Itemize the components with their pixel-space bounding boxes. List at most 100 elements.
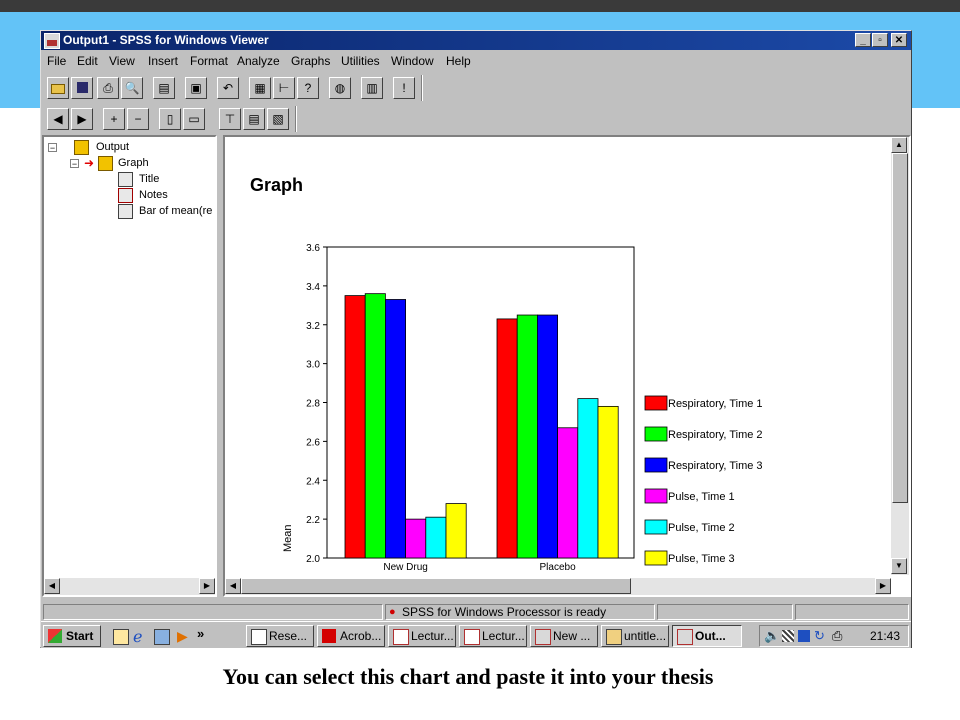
spss-app-icon[interactable] — [44, 33, 60, 49]
content-horizontal-scrollbar[interactable]: ◀ ▶ — [225, 578, 891, 595]
start-button[interactable]: Start — [43, 625, 101, 647]
menu-file[interactable]: File — [47, 54, 66, 68]
find-icon[interactable]: ◍ — [329, 77, 351, 99]
channels-icon[interactable] — [154, 629, 170, 645]
desktop-icon[interactable] — [113, 629, 129, 645]
menu-graphs[interactable]: Graphs — [291, 54, 330, 68]
scroll-down-icon[interactable]: ▼ — [891, 558, 907, 574]
bar — [577, 398, 599, 559]
collapse-icon[interactable]: − — [127, 108, 149, 130]
demote-icon[interactable]: ▶ — [71, 108, 93, 130]
content-vertical-scrollbar[interactable]: ▲ ▼ — [891, 137, 909, 575]
minimize-icon[interactable]: _ — [855, 33, 871, 47]
outline-horizontal-scrollbar[interactable]: ◀ ▶ — [44, 578, 215, 595]
scroll-thumb[interactable] — [241, 578, 631, 594]
print-preview-icon[interactable]: 🔍 — [121, 77, 143, 99]
taskbar-task[interactable]: Rese... — [246, 625, 314, 647]
printer-icon[interactable]: ⎙ — [832, 628, 842, 644]
select-cases-icon[interactable]: ▥ — [361, 77, 383, 99]
bar — [405, 518, 427, 559]
bar — [516, 314, 538, 559]
taskbar-task[interactable]: Lectur... — [459, 625, 527, 647]
toolbar-separator — [295, 106, 297, 132]
taskbar-task[interactable]: Lectur... — [388, 625, 456, 647]
dialog-recall-icon[interactable]: ▣ — [185, 77, 207, 99]
legend-swatch — [644, 550, 668, 566]
scroll-up-icon[interactable]: ▲ — [891, 137, 907, 153]
bar — [597, 405, 619, 559]
volume-icon[interactable]: 🔈 — [764, 628, 780, 644]
x-tick-label: Placebo — [540, 562, 577, 573]
undo-icon[interactable]: ↶ — [217, 77, 239, 99]
menu-view[interactable]: View — [109, 54, 135, 68]
scroll-left-icon[interactable]: ◀ — [225, 578, 241, 594]
hide-icon[interactable]: ▭ — [183, 108, 205, 130]
export-icon[interactable]: ▤ — [153, 77, 175, 99]
variables-icon[interactable]: ? — [297, 77, 319, 99]
y-tick-label: 2.2 — [306, 515, 320, 526]
slide-top-bar — [0, 0, 960, 12]
scroll-thumb[interactable] — [892, 153, 908, 503]
collapse-graph-icon[interactable]: − — [70, 159, 79, 169]
menu-analyze[interactable]: Analyze — [237, 54, 280, 68]
menu-window[interactable]: Window — [391, 54, 434, 68]
scroll-right-icon[interactable]: ▶ — [875, 578, 891, 594]
task-label: Lectur... — [482, 629, 525, 643]
task-label: untitle... — [624, 629, 667, 643]
clock[interactable]: 21:43 — [870, 629, 900, 643]
goto-data-icon[interactable]: ▦ — [249, 77, 271, 99]
y-tick-label: 3.2 — [306, 321, 320, 332]
y-tick-label: 3.4 — [306, 282, 320, 293]
mean-bar-chart[interactable]: 2.0 2.2 2.4 2.6 2.8 3.0 3.2 3.4 3.6 Mean New Drug P… — [265, 237, 825, 597]
save-icon[interactable] — [71, 77, 93, 99]
scroll-right-icon[interactable]: ▶ — [199, 578, 215, 594]
scroll-left-icon[interactable]: ◀ — [44, 578, 60, 594]
print-icon[interactable]: ⎙ — [97, 77, 119, 99]
start-label: Start — [66, 629, 94, 643]
menu-help[interactable]: Help — [446, 54, 471, 68]
tree-item-graph[interactable]: Graph — [118, 157, 149, 169]
network-icon[interactable] — [782, 630, 794, 642]
internet-explorer-icon[interactable]: ℯ — [133, 627, 142, 647]
bar — [385, 299, 407, 559]
task-label: Lectur... — [411, 629, 454, 643]
spss-viewer-window: Output1 - SPSS for Windows Viewer _ ▫ ✕ … — [40, 30, 912, 648]
restore-icon[interactable]: ▫ — [872, 33, 888, 47]
menu-edit[interactable]: Edit — [77, 54, 98, 68]
taskbar-task-active[interactable]: Out... — [672, 625, 742, 647]
title-bar[interactable]: Output1 - SPSS for Windows Viewer _ ▫ ✕ — [41, 31, 911, 50]
close-icon[interactable]: ✕ — [891, 33, 907, 47]
show-icon[interactable]: ▯ — [159, 108, 181, 130]
collapse-output-icon[interactable]: − — [48, 143, 57, 153]
designate-window-icon[interactable]: ! — [393, 77, 415, 99]
tree-item-title[interactable]: Title — [139, 173, 159, 185]
insert-title-icon[interactable]: ▤ — [243, 108, 265, 130]
taskbar-task[interactable]: New ... — [530, 625, 598, 647]
legend-swatch — [644, 426, 668, 442]
quick-launch-more[interactable]: » — [197, 626, 204, 641]
goto-case-icon[interactable]: ⊢ — [273, 77, 295, 99]
promote-icon[interactable]: ◀ — [47, 108, 69, 130]
menu-insert[interactable]: Insert — [148, 54, 178, 68]
media-player-icon[interactable]: ▶ — [177, 628, 188, 645]
taskbar-task[interactable]: untitle... — [601, 625, 669, 647]
insert-text-icon[interactable]: ▧ — [267, 108, 289, 130]
content-heading: Graph — [250, 175, 304, 195]
tree-item-notes[interactable]: Notes — [139, 189, 168, 201]
legend-label: Respiratory, Time 1 — [668, 398, 763, 410]
open-icon[interactable] — [47, 77, 69, 99]
status-panel — [795, 604, 909, 620]
tree-item-output[interactable]: Output — [96, 141, 129, 153]
bar — [536, 314, 558, 559]
expand-icon[interactable]: + — [103, 108, 125, 130]
menu-utilities[interactable]: Utilities — [341, 54, 380, 68]
tray-app-icon[interactable] — [798, 630, 810, 642]
status-bar: ● SPSS for Windows Processor is ready — [41, 603, 911, 621]
toolbar-separator — [421, 75, 423, 101]
taskbar-task[interactable]: Acrob... — [317, 625, 385, 647]
refresh-icon[interactable]: ↻ — [814, 628, 825, 644]
book-icon — [98, 156, 113, 171]
insert-heading-icon[interactable]: ⊤ — [219, 108, 241, 130]
menu-format[interactable]: Format — [190, 54, 228, 68]
tree-item-bar-chart[interactable]: Bar of mean(re — [139, 205, 212, 217]
